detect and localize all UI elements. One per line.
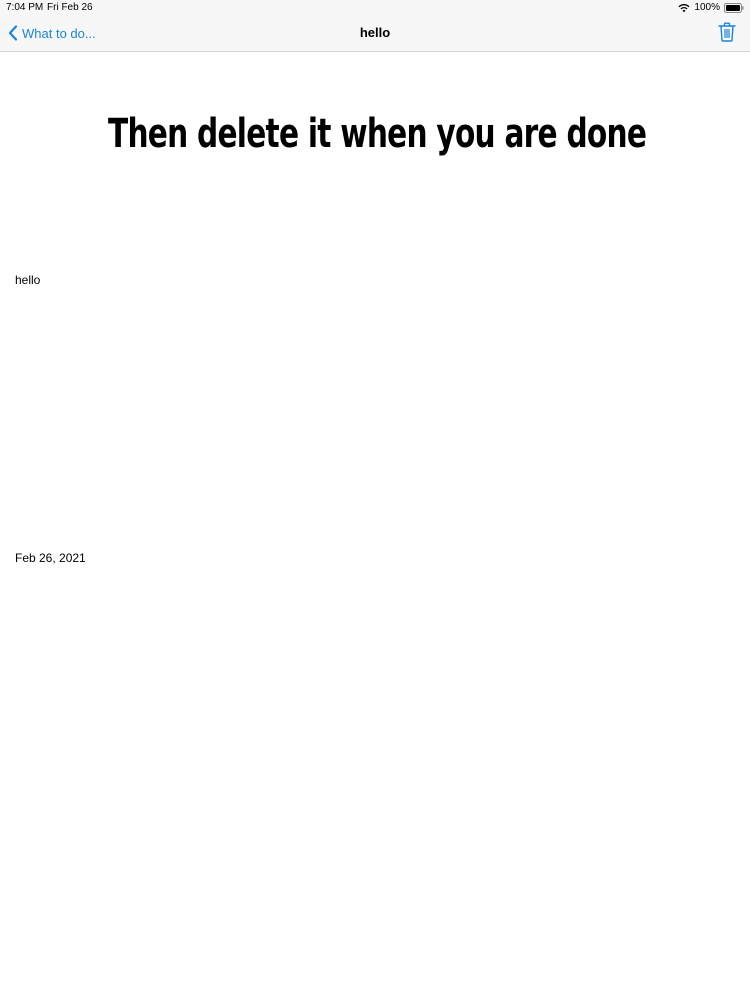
battery-icon: [724, 2, 744, 13]
page-title: hello: [359, 25, 391, 40]
note-headline: Then delete it when you are done: [108, 111, 647, 157]
battery-percentage: 100%: [694, 2, 720, 13]
note-body-text: hello: [15, 273, 41, 287]
wifi-icon: [678, 3, 690, 13]
delete-button[interactable]: [718, 22, 736, 42]
navigation-bar: 7:04 PM Fri Feb 26 100% What to do... he…: [0, 0, 750, 52]
status-time: 7:04 PM: [6, 2, 44, 13]
status-indicators: 100%: [678, 1, 744, 14]
note-date: Feb 26, 2021: [15, 551, 86, 565]
status-date: Fri Feb 26: [47, 2, 93, 13]
trash-icon: [718, 22, 736, 46]
